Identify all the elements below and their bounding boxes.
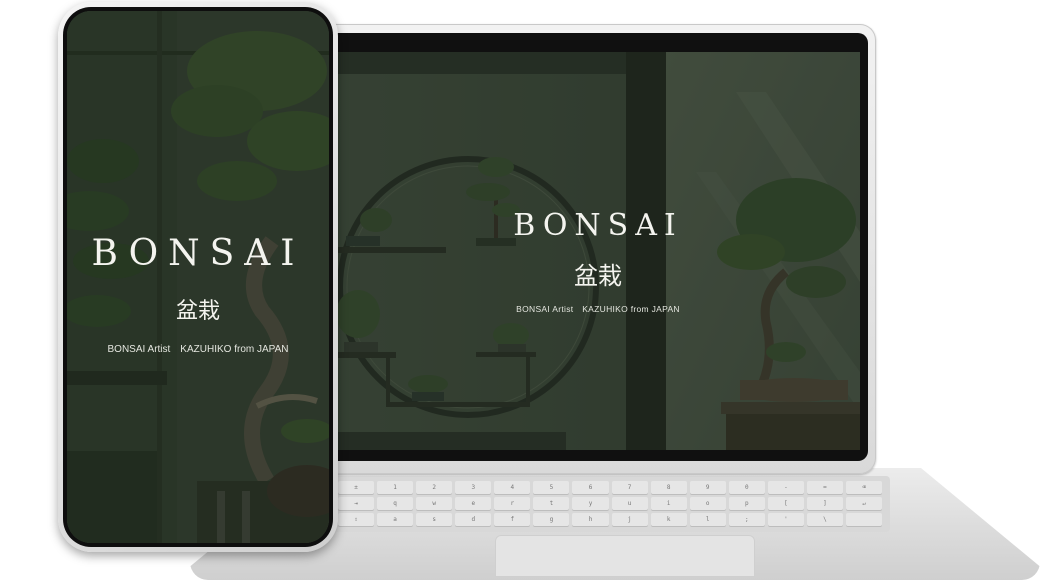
phone-screen: BONSAI 盆栽 BONSAI Artist KAZUHIKO from JA… [67,11,329,543]
keyboard-key[interactable]: g [533,513,570,526]
keyboard-key[interactable]: e [455,497,492,510]
laptop-hero-background [336,52,860,450]
laptop-hero-subtitle: BONSAI Artist KAZUHIKO from JAPAN [516,304,680,314]
laptop-hero-overlay [336,52,860,450]
keyboard-key[interactable]: a [377,513,414,526]
keyboard-key[interactable]: r [494,497,531,510]
keyboard-key[interactable]: k [650,513,687,526]
phone-hero-kanji: 盆栽 [175,299,220,324]
keyboard-row: ±1 2 3 4 5 6 7 8 9 0- = ⌫ [338,481,883,494]
phone-frame: BONSAI 盆栽 BONSAI Artist KAZUHIKO from JA… [58,2,338,552]
keyboard-key[interactable]: f [494,513,531,526]
keyboard-key[interactable]: ± [338,481,375,494]
laptop-hero-title: BONSAI [513,208,683,243]
keyboard-key[interactable]: l [689,513,726,526]
keyboard-key[interactable]: 8 [650,481,687,494]
keyboard-key[interactable]: y [572,497,609,510]
keyboard-key[interactable]: s [416,513,453,526]
keyboard-key[interactable]: ; [728,513,765,526]
laptop-keyboard: ±1 2 3 4 5 6 7 8 9 0- = ⌫ ⇥ q w e r t y u i o p[] ↵ ⇪ a s d f g h j k l; '… [330,476,890,532]
keyboard-key[interactable]: o [689,497,726,510]
keyboard-key[interactable]: ] [806,497,844,510]
phone-hero-background [67,11,329,543]
keyboard-key[interactable]: - [767,481,804,494]
keyboard-key[interactable]: 3 [455,481,492,494]
phone-hero-title: BONSAI [91,233,305,274]
keyboard-key[interactable]: 7 [611,481,648,494]
keyboard-key[interactable]: w [416,497,453,510]
keyboard-key[interactable] [846,513,883,526]
keyboard-key[interactable]: 6 [572,481,609,494]
keyboard-row: ⇪ a s d f g h j k l; ' \ [338,513,883,526]
keyboard-key[interactable]: j [611,513,648,526]
keyboard-key[interactable]: [ [767,497,804,510]
keyboard-key[interactable]: ⌫ [846,481,883,494]
laptop-trackpad[interactable] [495,535,755,577]
laptop-screen: BONSAI 盆栽 BONSAI Artist KAZUHIKO from JA… [336,52,860,450]
keyboard-key[interactable]: d [455,513,492,526]
keyboard-key[interactable]: h [572,513,609,526]
keyboard-key[interactable]: 5 [533,481,570,494]
keyboard-key[interactable]: i [650,497,687,510]
keyboard-key[interactable]: ⇥ [338,497,375,510]
laptop-hero-kanji: 盆栽 [574,262,622,290]
keyboard-key[interactable]: ↵ [846,497,883,510]
keyboard-key[interactable]: = [806,481,844,494]
keyboard-key[interactable]: t [533,497,570,510]
keyboard-key[interactable]: ⇪ [338,513,375,526]
keyboard-key[interactable]: \ [806,513,844,526]
keyboard-key[interactable]: 1 [377,481,414,494]
keyboard-key[interactable]: 9 [689,481,726,494]
phone-hero-overlay [67,11,329,543]
keyboard-key[interactable]: ' [767,513,804,526]
keyboard-row: ⇥ q w e r t y u i o p[] ↵ [338,497,883,510]
keyboard-key[interactable]: 0 [728,481,765,494]
keyboard-key[interactable]: u [611,497,648,510]
keyboard-key[interactable]: p [728,497,765,510]
keyboard-key[interactable]: 4 [494,481,531,494]
phone-hero-subtitle: BONSAI Artist KAZUHIKO from JAPAN [107,344,289,355]
device-mockup: ±1 2 3 4 5 6 7 8 9 0- = ⌫ ⇥ q w e r t y u i o p[] ↵ ⇪ a s d f g h j k l; '… [0,0,1044,588]
keyboard-key[interactable]: q [377,497,414,510]
keyboard-key[interactable]: 2 [416,481,453,494]
